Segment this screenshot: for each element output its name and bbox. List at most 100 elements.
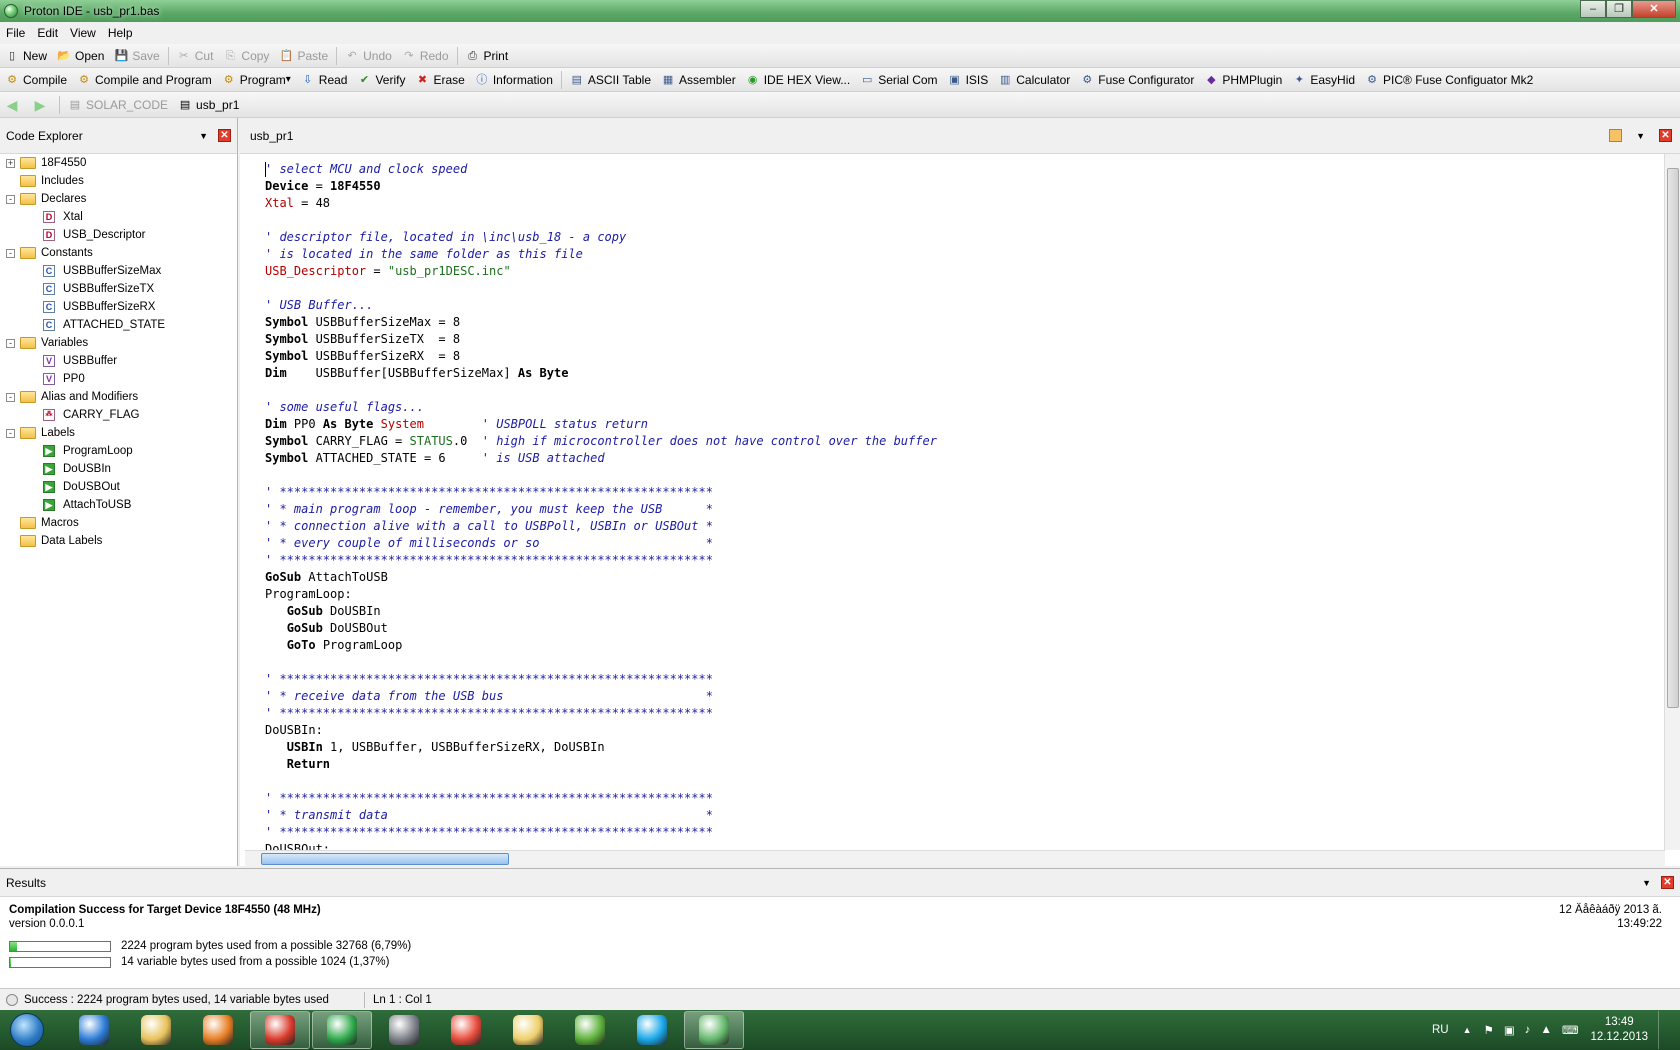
language-indicator[interactable]: RU: [1432, 1024, 1449, 1036]
tree-item-attached-state[interactable]: C ATTACHED_STATE: [0, 316, 237, 334]
tree-item-dousbin[interactable]: ▶ DoUSBIn: [0, 460, 237, 478]
tree-item-labels[interactable]: - Labels: [0, 424, 237, 442]
tree-expander-icon[interactable]: -: [6, 428, 15, 438]
cut-button[interactable]: ✂ Cut: [172, 45, 219, 67]
tree-expander-icon[interactable]: -: [6, 248, 15, 258]
tree-expander-icon[interactable]: -: [6, 194, 15, 204]
information-button[interactable]: ⓘ Information: [470, 69, 558, 91]
tree-item-usbbuffersizerx[interactable]: C USBBufferSizeRX: [0, 298, 237, 316]
tree-item-18f4550[interactable]: +18F4550: [0, 154, 237, 172]
phmplugin-button[interactable]: ◆ PHMPlugin: [1199, 69, 1287, 91]
tree-item-usbbuffersizetx[interactable]: C USBBufferSizeTX: [0, 280, 237, 298]
tree-expander-icon[interactable]: +: [6, 158, 15, 168]
tree-item-programloop[interactable]: ▶ ProgramLoop: [0, 442, 237, 460]
dropdown-arrow-icon[interactable]: ▾: [286, 74, 291, 85]
taskbar-app-tool[interactable]: [374, 1011, 434, 1049]
paste-button[interactable]: 📋 Paste: [274, 45, 333, 67]
tree-item-xtal[interactable]: D Xtal: [0, 208, 237, 226]
tree-item-macros[interactable]: Macros: [0, 514, 237, 532]
tab-solar-code[interactable]: ▤ SOLAR_CODE: [63, 94, 173, 116]
back-button[interactable]: ◀: [0, 94, 28, 116]
tree-item-usbbuffer[interactable]: V USBBuffer: [0, 352, 237, 370]
taskbar-app-utorrent[interactable]: [560, 1011, 620, 1049]
minimize-button[interactable]: –: [1580, 0, 1606, 18]
close-editor-button[interactable]: ✕: [1659, 129, 1672, 142]
easyhid-button[interactable]: ✦ EasyHid: [1287, 69, 1360, 91]
close-window-button[interactable]: ✕: [1632, 0, 1676, 18]
tree-item-pp0[interactable]: V PP0: [0, 370, 237, 388]
redo-button[interactable]: ↷ Redo: [397, 45, 454, 67]
forward-button[interactable]: ▶: [28, 94, 56, 116]
code-token: Symbol: [265, 315, 309, 329]
tree-item-variables[interactable]: - Variables: [0, 334, 237, 352]
taskbar-app-app-grid[interactable]: [436, 1011, 496, 1049]
vertical-scrollbar[interactable]: [1664, 154, 1680, 850]
menu-help[interactable]: Help: [102, 26, 139, 40]
fuse-configurator-button[interactable]: ⚙ Fuse Configurator: [1075, 69, 1199, 91]
taskbar-app-folder[interactable]: [498, 1011, 558, 1049]
tree-item-usbbuffersizemax[interactable]: C USBBufferSizeMax: [0, 262, 237, 280]
taskbar-app-skype[interactable]: [622, 1011, 682, 1049]
tree-expander-icon[interactable]: -: [6, 338, 15, 348]
tree-expander-icon[interactable]: -: [6, 392, 15, 402]
menu-view[interactable]: View: [64, 26, 102, 40]
scrollbar-thumb[interactable]: [1667, 168, 1679, 708]
maximize-button[interactable]: ❐: [1606, 0, 1632, 18]
ascii-table-button[interactable]: ▤ ASCII Table: [565, 69, 656, 91]
close-panel-button[interactable]: ✕: [218, 129, 231, 142]
read-button[interactable]: ⇩ Read: [296, 69, 353, 91]
scrollbar-thumb[interactable]: [261, 853, 509, 865]
tree-item-usb-descriptor[interactable]: D USB_Descriptor: [0, 226, 237, 244]
verify-button[interactable]: ✔ Verify: [352, 69, 410, 91]
taskbar-app-ie[interactable]: [64, 1011, 124, 1049]
taskbar-app-explorer[interactable]: [126, 1011, 186, 1049]
tray-drive-icon[interactable]: ▲: [1540, 1024, 1551, 1036]
serial-com-button[interactable]: ▭ Serial Com: [855, 69, 942, 91]
compile-and-program-button[interactable]: ⚙ Compile and Program: [72, 69, 217, 91]
layout-icon[interactable]: [1609, 129, 1623, 142]
program-button[interactable]: ⚙ Program ▾: [217, 69, 296, 91]
code-editor[interactable]: ' select MCU and clock speed Device = 18F…: [265, 154, 1645, 850]
assembler-button[interactable]: ▦ Assembler: [656, 69, 741, 91]
editor-dropdown-icon[interactable]: ▼: [1636, 131, 1645, 141]
show-desktop-button[interactable]: [1658, 1011, 1670, 1049]
menu-edit[interactable]: Edit: [31, 26, 64, 40]
results-dropdown-icon[interactable]: ▼: [1642, 878, 1651, 888]
open-button[interactable]: 📂 Open: [52, 45, 109, 67]
taskbar-app-chrome[interactable]: [250, 1011, 310, 1049]
menu-file[interactable]: File: [0, 26, 31, 40]
calculator-button[interactable]: ▥ Calculator: [993, 69, 1075, 91]
print-button[interactable]: ⎙ Print: [461, 45, 514, 67]
tree-item-constants[interactable]: - Constants: [0, 244, 237, 262]
horizontal-scrollbar[interactable]: [245, 850, 1665, 866]
tray-volume-icon[interactable]: ♪: [1525, 1024, 1531, 1036]
start-button[interactable]: [0, 1010, 54, 1050]
tree-item-includes[interactable]: Includes: [0, 172, 237, 190]
undo-button[interactable]: ↶ Undo: [340, 45, 397, 67]
panel-dropdown-icon[interactable]: ▼: [199, 131, 208, 141]
erase-button[interactable]: ✖ Erase: [410, 69, 469, 91]
tray-flag-icon[interactable]: ⚑: [1484, 1023, 1494, 1037]
ide-hex-view-button[interactable]: ◉ IDE HEX View...: [741, 69, 855, 91]
pic-fuse-configuator-mk2-button[interactable]: ⚙ PIC® Fuse Configuator Mk2: [1360, 69, 1538, 91]
tree-item-alias-and-modifiers[interactable]: - Alias and Modifiers: [0, 388, 237, 406]
tray-keyboard-icon[interactable]: ⌨: [1562, 1023, 1579, 1037]
clock[interactable]: 13:49 12.12.2013: [1590, 1015, 1648, 1045]
copy-button[interactable]: ⎘ Copy: [218, 45, 274, 67]
tree-item-dousbout[interactable]: ▶ DoUSBOut: [0, 478, 237, 496]
taskbar-app-media-player[interactable]: [188, 1011, 248, 1049]
tab-usb-pr1[interactable]: ▤ usb_pr1: [173, 94, 244, 116]
tree-item-data-labels[interactable]: Data Labels: [0, 532, 237, 550]
new-button[interactable]: ▯ New: [0, 45, 52, 67]
tree-item-attachtousb[interactable]: ▶ AttachToUSB: [0, 496, 237, 514]
taskbar-app-mail-agent[interactable]: [312, 1011, 372, 1049]
close-results-button[interactable]: ✕: [1661, 876, 1674, 889]
tray-up-icon[interactable]: ▲: [1463, 1025, 1472, 1035]
taskbar-app-proton-ide[interactable]: [684, 1011, 744, 1049]
tray-network-icon[interactable]: ▣: [1504, 1023, 1515, 1037]
tree-item-declares[interactable]: - Declares: [0, 190, 237, 208]
tree-item-carry-flag[interactable]: ⁂ CARRY_FLAG: [0, 406, 237, 424]
isis-button[interactable]: ▣ ISIS: [943, 69, 994, 91]
save-button[interactable]: 💾 Save: [109, 45, 164, 67]
compile-button[interactable]: ⚙ Compile: [0, 69, 72, 91]
